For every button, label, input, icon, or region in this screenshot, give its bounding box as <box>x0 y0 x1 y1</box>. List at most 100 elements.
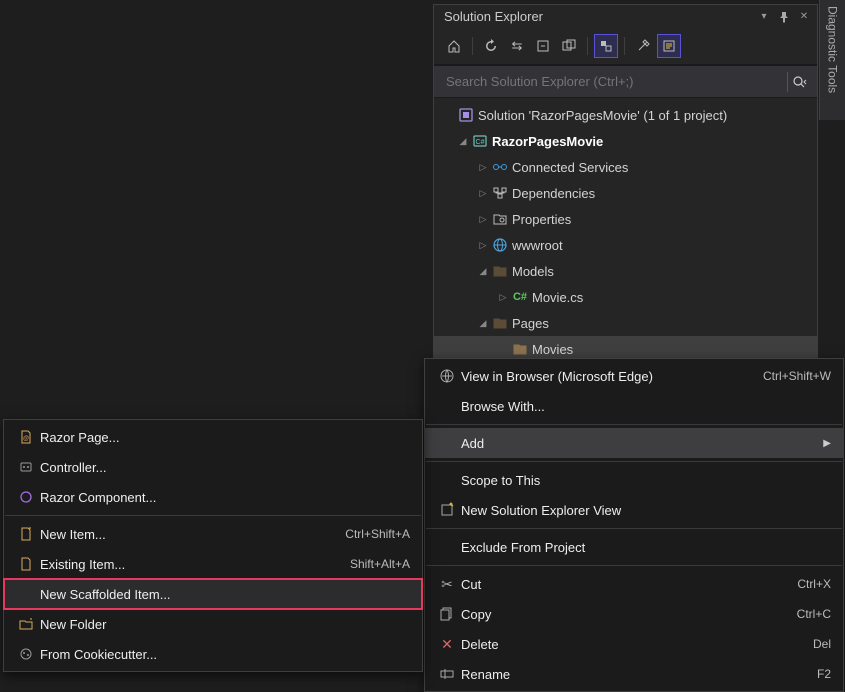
connected-services-node[interactable]: ▷ Connected Services <box>434 154 817 180</box>
menu-view-in-browser[interactable]: View in Browser (Microsoft Edge) Ctrl+Sh… <box>425 361 843 391</box>
toolbar-separator-2 <box>587 37 588 55</box>
menu-add[interactable]: Add ▶ <box>425 428 843 458</box>
razor-page-icon: @ <box>12 430 40 444</box>
menu-label: New Solution Explorer View <box>461 503 831 518</box>
chevron-right-icon[interactable]: ▷ <box>476 214 490 225</box>
search-input[interactable] <box>440 70 787 93</box>
razor-component-icon <box>12 490 40 504</box>
panel-title: Solution Explorer <box>444 9 543 24</box>
menu-new-explorer-view[interactable]: New Solution Explorer View <box>425 495 843 525</box>
explorer-toolbar: ⇆ <box>434 28 817 65</box>
movie-cs-label: Movie.cs <box>530 290 583 305</box>
menu-label: New Folder <box>40 617 410 632</box>
chevron-down-icon[interactable]: ◢ <box>456 136 470 147</box>
submenu-new-scaffolded-item[interactable]: New Scaffolded Item... <box>4 579 422 609</box>
rename-icon <box>433 667 461 681</box>
add-submenu: @ Razor Page... Controller... Razor Comp… <box>3 419 423 672</box>
toolbar-separator-3 <box>624 37 625 55</box>
delete-icon: ✕ <box>433 636 461 653</box>
controller-icon <box>12 460 40 474</box>
solution-icon <box>456 107 476 123</box>
submenu-existing-item[interactable]: Existing Item... Shift+Alt+A <box>4 549 422 579</box>
preview-icon[interactable] <box>657 34 681 58</box>
menu-separator <box>426 528 842 529</box>
menu-label: New Scaffolded Item... <box>40 587 410 602</box>
pin-icon[interactable] <box>777 10 791 24</box>
submenu-new-item[interactable]: New Item... Ctrl+Shift+A <box>4 519 422 549</box>
connected-services-icon <box>490 159 510 175</box>
menu-label: From Cookiecutter... <box>40 647 410 662</box>
wwwroot-label: wwwroot <box>510 238 563 253</box>
menu-shortcut: F2 <box>817 667 831 681</box>
menu-scope-to-this[interactable]: Scope to This <box>425 465 843 495</box>
search-icon[interactable] <box>787 72 811 92</box>
sync-icon[interactable]: ⇆ <box>505 34 529 58</box>
menu-exclude-from-project[interactable]: Exclude From Project <box>425 532 843 562</box>
pages-node[interactable]: ◢ Pages <box>434 310 817 336</box>
solution-tree[interactable]: Solution 'RazorPagesMovie' (1 of 1 proje… <box>434 98 817 366</box>
wrench-folder-icon <box>490 211 510 227</box>
panel-menu-dropdown-icon[interactable]: ▾ <box>757 10 771 24</box>
models-label: Models <box>510 264 554 279</box>
chevron-right-icon[interactable]: ▷ <box>476 188 490 199</box>
movie-cs-node[interactable]: ▷ C# Movie.cs <box>434 284 817 310</box>
copy-icon <box>433 607 461 621</box>
home-icon[interactable] <box>442 34 466 58</box>
chevron-right-icon[interactable]: ▷ <box>476 162 490 173</box>
menu-label: Existing Item... <box>40 557 350 572</box>
new-item-icon <box>12 527 40 541</box>
close-icon[interactable]: ✕ <box>797 10 811 24</box>
new-view-icon <box>433 502 461 518</box>
new-folder-icon <box>12 617 40 631</box>
project-node[interactable]: ◢ C# RazorPagesMovie <box>434 128 817 154</box>
properties-node[interactable]: ▷ Properties <box>434 206 817 232</box>
connected-services-label: Connected Services <box>510 160 628 175</box>
folder-icon <box>490 315 510 331</box>
menu-label: Exclude From Project <box>461 540 831 555</box>
refresh-icon[interactable] <box>479 34 503 58</box>
solution-node[interactable]: Solution 'RazorPagesMovie' (1 of 1 proje… <box>434 102 817 128</box>
folder-icon <box>510 341 530 357</box>
menu-copy[interactable]: Copy Ctrl+C <box>425 599 843 629</box>
menu-shortcut: Shift+Alt+A <box>350 557 410 571</box>
csharp-file-icon: C# <box>510 291 530 303</box>
chevron-right-icon[interactable]: ▷ <box>496 292 510 303</box>
collapse-icon[interactable] <box>531 34 555 58</box>
panel-controls: ▾ ✕ <box>757 10 811 24</box>
menu-label: Scope to This <box>461 473 831 488</box>
panel-header: Solution Explorer ▾ ✕ <box>434 5 817 28</box>
chevron-down-icon[interactable]: ◢ <box>476 266 490 277</box>
menu-delete[interactable]: ✕ Delete Del <box>425 629 843 659</box>
chevron-right-icon[interactable]: ▷ <box>476 240 490 251</box>
dependencies-label: Dependencies <box>510 186 595 201</box>
models-node[interactable]: ◢ Models <box>434 258 817 284</box>
menu-browse-with[interactable]: Browse With... <box>425 391 843 421</box>
show-all-icon[interactable] <box>557 34 581 58</box>
csharp-project-icon: C# <box>470 133 490 149</box>
wwwroot-node[interactable]: ▷ wwwroot <box>434 232 817 258</box>
existing-item-icon <box>12 557 40 571</box>
chevron-right-icon: ▶ <box>817 438 831 449</box>
menu-separator <box>426 424 842 425</box>
chevron-down-icon[interactable]: ◢ <box>476 318 490 329</box>
diagnostic-tools-label: Diagnostic Tools <box>826 6 840 93</box>
submenu-razor-page[interactable]: @ Razor Page... <box>4 422 422 452</box>
dependencies-node[interactable]: ▷ Dependencies <box>434 180 817 206</box>
menu-label: Copy <box>461 607 797 622</box>
search-row <box>434 65 817 98</box>
diagnostic-tools-tab[interactable]: Diagnostic Tools <box>819 0 845 120</box>
browser-icon <box>433 368 461 384</box>
menu-rename[interactable]: Rename F2 <box>425 659 843 689</box>
svg-text:@: @ <box>23 436 29 442</box>
submenu-razor-component[interactable]: Razor Component... <box>4 482 422 512</box>
menu-label: View in Browser (Microsoft Edge) <box>461 369 763 384</box>
menu-label: Razor Page... <box>40 430 410 445</box>
nesting-icon[interactable] <box>594 34 618 58</box>
properties-icon[interactable] <box>631 34 655 58</box>
submenu-controller[interactable]: Controller... <box>4 452 422 482</box>
menu-separator <box>426 565 842 566</box>
menu-cut[interactable]: ✂ Cut Ctrl+X <box>425 569 843 599</box>
submenu-new-folder[interactable]: New Folder <box>4 609 422 639</box>
menu-label: Add <box>461 436 817 451</box>
menu-separator <box>5 515 421 516</box>
